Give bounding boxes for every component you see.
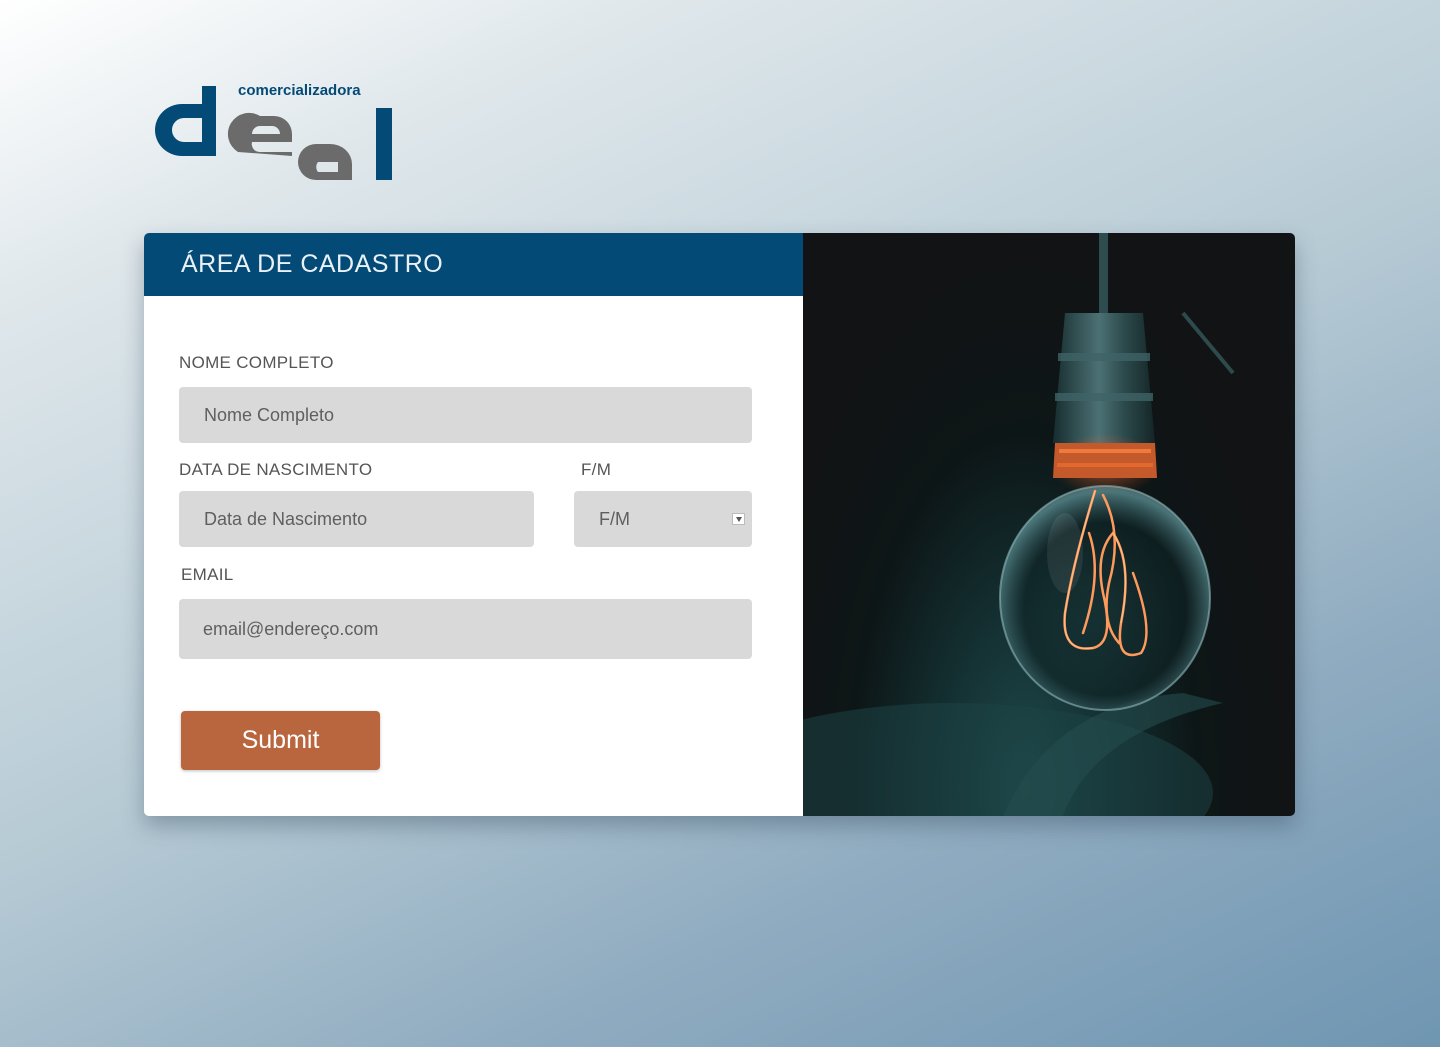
email-placeholder: email@endereço.com — [203, 618, 379, 639]
birth-date-placeholder: Data de Nascimento — [204, 508, 368, 529]
chevron-down-icon[interactable] — [732, 513, 745, 525]
full-name-placeholder: Nome Completo — [204, 404, 335, 425]
registration-card: ÁREA DE CADASTRO NOME COMPLETO Nome Comp… — [144, 233, 1295, 816]
full-name-input[interactable]: Nome Completo — [179, 387, 752, 443]
email-input[interactable]: email@endereço.com — [179, 599, 752, 659]
form-title: ÁREA DE CADASTRO — [181, 250, 444, 278]
gender-label: F/M — [581, 460, 612, 479]
gender-select[interactable]: F/M — [574, 491, 752, 547]
registration-form: ÁREA DE CADASTRO NOME COMPLETO Nome Comp… — [144, 233, 803, 816]
gender-selected-value: F/M — [599, 508, 630, 529]
brand-logo: comercializadora — [152, 80, 396, 184]
submit-button[interactable]: Submit — [181, 711, 380, 770]
lightbulb-photo — [803, 233, 1295, 816]
form-header: ÁREA DE CADASTRO — [144, 233, 803, 296]
email-label: EMAIL — [181, 565, 234, 584]
birth-date-input[interactable]: Data de Nascimento — [179, 491, 534, 547]
brand-wordmark — [155, 86, 392, 180]
brand-tagline: comercializadora — [238, 82, 361, 99]
birth-date-label: DATA DE NASCIMENTO — [179, 460, 373, 479]
lamp-socket — [1053, 313, 1155, 443]
lamp-cord — [1099, 233, 1108, 323]
full-name-label: NOME COMPLETO — [179, 353, 334, 372]
